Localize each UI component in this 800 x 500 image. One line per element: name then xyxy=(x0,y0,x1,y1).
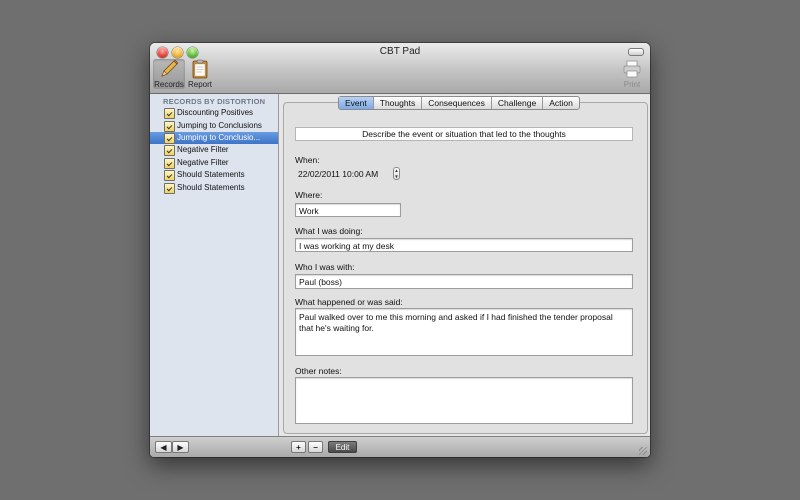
bottom-bar: ◀ ▶ + − Edit xyxy=(150,436,650,457)
where-label: Where: xyxy=(295,190,323,200)
record-icon xyxy=(164,145,175,156)
record-icon xyxy=(164,121,175,132)
notes-textarea[interactable] xyxy=(295,377,633,424)
tab-consequences[interactable]: Consequences xyxy=(422,97,492,109)
sidebar-header: RECORDS BY DISTORTION xyxy=(163,97,266,106)
report-toolbar-button[interactable]: Report xyxy=(184,59,216,89)
back-button[interactable]: ◀ xyxy=(155,441,172,453)
pencil-icon xyxy=(161,59,179,77)
with-label: Who I was with: xyxy=(295,262,355,272)
sidebar-item-label: Jumping to Conclusio... xyxy=(177,133,261,142)
notes-label: Other notes: xyxy=(295,366,342,376)
window-title: CBT Pad xyxy=(379,46,421,57)
sidebar-item[interactable]: Discounting Positives xyxy=(150,107,278,119)
tab-action[interactable]: Action xyxy=(543,97,579,109)
sidebar-item[interactable]: Negative Filter xyxy=(150,157,278,169)
tab-challenge[interactable]: Challenge xyxy=(492,97,544,109)
sidebar-item[interactable]: Should Statements xyxy=(150,182,278,194)
tab-event[interactable]: Event xyxy=(339,97,374,109)
record-icon xyxy=(164,183,175,194)
sidebar-item-selected[interactable]: Jumping to Conclusio... xyxy=(150,132,278,144)
printer-icon xyxy=(623,60,641,78)
sidebar-item[interactable]: Negative Filter xyxy=(150,144,278,156)
sidebar-item-label: Should Statements xyxy=(177,170,245,179)
record-icon xyxy=(164,170,175,181)
when-label: When: xyxy=(295,155,320,165)
resize-grip[interactable] xyxy=(639,447,647,455)
happened-textarea[interactable]: Paul walked over to me this morning and … xyxy=(295,308,633,356)
toolbar-toggle-button[interactable] xyxy=(628,48,644,56)
sidebar-item-label: Discounting Positives xyxy=(177,108,254,117)
when-date-field[interactable]: 22/02/2011 10:00 AM xyxy=(295,167,391,182)
report-label: Report xyxy=(187,80,212,89)
sidebar-item-label: Negative Filter xyxy=(177,158,229,167)
sidebar: RECORDS BY DISTORTION Discounting Positi… xyxy=(150,94,279,436)
forward-button[interactable]: ▶ xyxy=(172,441,189,453)
records-toolbar-button[interactable]: Records xyxy=(153,59,185,89)
with-field[interactable]: Paul (boss) xyxy=(295,274,633,289)
print-toolbar-button[interactable]: Print xyxy=(616,59,648,89)
record-icon xyxy=(164,158,175,169)
happened-label: What happened or was said: xyxy=(295,297,403,307)
records-label: Records xyxy=(154,80,184,89)
date-stepper[interactable]: ▲ ▼ xyxy=(393,167,400,180)
edit-button[interactable]: Edit xyxy=(328,441,357,453)
doing-label: What I was doing: xyxy=(295,226,363,236)
sidebar-item[interactable]: Should Statements xyxy=(150,169,278,181)
clipboard-icon xyxy=(192,59,208,79)
print-label: Print xyxy=(623,80,641,89)
record-icon xyxy=(164,108,175,119)
title-bar: CBT Pad Records Report Print xyxy=(150,43,650,94)
sidebar-item-label: Should Statements xyxy=(177,183,245,192)
instruction-banner: Describe the event or situation that led… xyxy=(295,127,633,141)
tab-bar: Event Thoughts Consequences Challenge Ac… xyxy=(338,96,580,110)
tab-thoughts[interactable]: Thoughts xyxy=(374,97,423,109)
record-icon xyxy=(164,133,175,144)
sidebar-item-label: Negative Filter xyxy=(177,145,229,154)
sidebar-item[interactable]: Jumping to Conclusions xyxy=(150,120,278,132)
where-field[interactable]: Work xyxy=(295,203,401,217)
add-button[interactable]: + xyxy=(291,441,306,453)
doing-field[interactable]: I was working at my desk xyxy=(295,238,633,252)
remove-button[interactable]: − xyxy=(308,441,323,453)
sidebar-item-label: Jumping to Conclusions xyxy=(177,121,262,130)
